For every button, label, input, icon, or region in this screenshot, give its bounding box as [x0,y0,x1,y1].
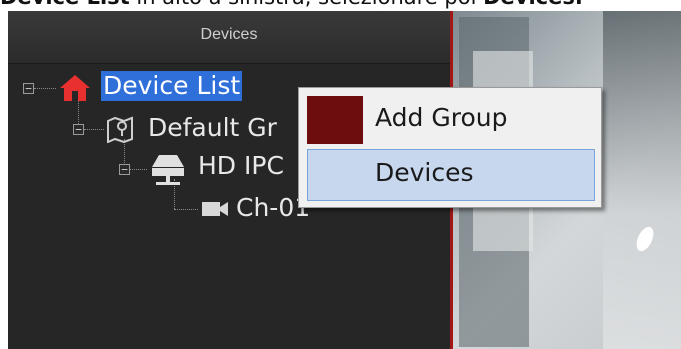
camera-icon [202,202,228,216]
tree-line [34,88,56,89]
caption-bold-device-list: Device List [0,0,130,9]
tree-line [129,169,147,170]
tree-line [84,129,104,130]
collapse-toggle-root[interactable]: − [23,83,34,94]
caption-middle: in alto a sinistra, selezionare poi [130,0,483,9]
collapse-toggle-group[interactable]: − [73,124,84,135]
context-menu: Add Group Devices [298,87,602,208]
caption-bold-devices: Devices. [483,0,583,9]
nvr-device-icon [152,155,184,185]
menu-item-devices[interactable]: Devices [307,149,595,201]
panel-header: Devices [8,11,450,64]
tree-node-hd-ipc[interactable]: HD IPC [198,151,284,181]
home-icon [60,75,90,101]
video-shape [603,11,681,349]
tree-node-default-group[interactable]: Default Gr [148,113,277,143]
collapse-toggle-device[interactable]: − [119,164,130,175]
menu-item-icon [307,96,363,144]
menu-item-label: Devices [375,158,474,187]
menu-item-add-group[interactable]: Add Group [307,94,595,146]
menu-item-label: Add Group [375,103,508,132]
tree-node-device-list[interactable]: Device List [101,71,243,101]
tree-line [174,209,198,210]
caption-text: Device List in alto a sinistra, selezion… [0,0,681,11]
map-group-icon [107,116,133,143]
panel-title: Devices [200,26,258,43]
